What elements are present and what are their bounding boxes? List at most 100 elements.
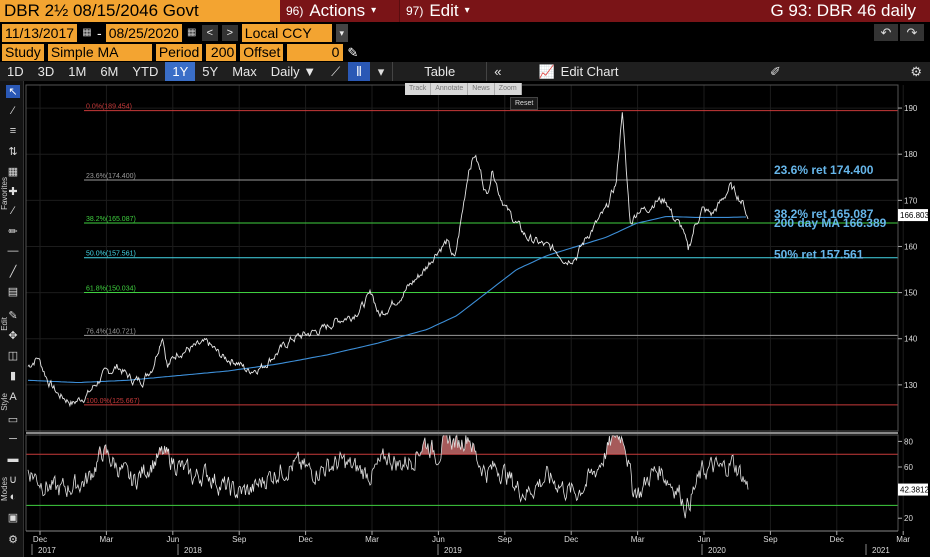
line-style-icon[interactable]: ─ [6, 433, 20, 445]
x-month-label: Sep [498, 535, 513, 544]
chart-type-chevron-icon[interactable]: ▾ [370, 62, 393, 81]
x-month-label: Dec [830, 535, 844, 544]
chevron-down-icon[interactable]: ▾ [335, 23, 348, 42]
edit-label: Edit [0, 317, 9, 331]
line-draw-icon[interactable]: ∕ [6, 105, 20, 117]
x-month-label: Dec [564, 535, 578, 544]
chevron-down-icon: ▾ [464, 5, 470, 16]
prev-period-button[interactable]: < [201, 24, 218, 41]
eraser-icon[interactable]: ◫ [6, 349, 20, 362]
price-tick-label: 190 [904, 104, 918, 113]
fibonacci-icon[interactable]: ≡ [6, 125, 20, 137]
x-month-label: Dec [33, 535, 47, 544]
range-1y-button[interactable]: 1Y [165, 62, 196, 81]
title-bar: DBR 2½ 08/15/2046 Govt 96) Actions ▾ 97)… [0, 0, 930, 22]
undo-button[interactable]: ↶ [874, 24, 898, 41]
fill-icon[interactable]: ▭ [6, 413, 20, 426]
chart-overlay-tools: Track Annotate News Zoom [405, 83, 522, 95]
move-icon[interactable]: ✥ [6, 329, 20, 342]
price-tick-label: 140 [904, 335, 918, 344]
date-separator: - [97, 24, 102, 41]
last-price-label: 166.803 [900, 211, 929, 220]
start-date-field[interactable]: 11/13/2017 [2, 23, 78, 42]
price-tick-label: 150 [904, 289, 918, 298]
news-tool-button[interactable]: News [468, 83, 495, 95]
fib-extension-icon[interactable]: ⇅ [6, 145, 20, 158]
chevron-down-icon: ▾ [371, 5, 377, 16]
fib-level-label: 23.6%(174.400) [86, 173, 136, 180]
edit-chart-button[interactable]: 📈 Edit Chart [508, 62, 648, 81]
parallel-icon[interactable]: ▤ [6, 285, 20, 298]
edit-menu-button[interactable]: 97) Edit ▾ [400, 0, 500, 22]
gear-icon[interactable]: ⚙ [902, 62, 930, 81]
ray-icon[interactable]: ╱ [6, 265, 20, 278]
modes-label: Modes [0, 477, 9, 502]
undo-redo-group: ↶ ↷ [874, 24, 930, 41]
pencil-icon[interactable]: ✎ [347, 45, 358, 61]
hline-icon[interactable]: — [6, 245, 20, 257]
bar-chart-icon[interactable]: ⫴ [348, 62, 370, 81]
price-tick-label: 180 [904, 150, 918, 159]
x-year-label: 2021 [872, 546, 890, 555]
price-tick-label: 160 [904, 242, 918, 251]
next-period-button[interactable]: > [221, 24, 238, 41]
range-1d-button[interactable]: 1D [0, 62, 31, 81]
fib-level-label: 50.0%(157.561) [86, 251, 136, 258]
fib-level-label: 76.4%(140.721) [86, 328, 136, 335]
security-ticker-field[interactable]: DBR 2½ 08/15/2046 Govt [0, 0, 280, 22]
annotate-edit-icon[interactable]: ✐ [762, 62, 789, 81]
window-title: G 93: DBR 46 daily [770, 1, 916, 20]
x-month-label: Jun [166, 535, 179, 544]
price-tick-label: 170 [904, 196, 918, 205]
chart-area[interactable]: 0.0%(189.454) 23.6%(174.400) 38.2%(165.087… [24, 81, 930, 557]
currency-select[interactable]: Local CCY [241, 23, 332, 42]
period-input[interactable]: 200 [206, 44, 237, 61]
period-label: Period [155, 44, 203, 61]
redo-button[interactable]: ↷ [900, 24, 924, 41]
pointer-icon[interactable]: ↖ [6, 85, 20, 98]
reset-zoom-button[interactable]: Reset [510, 97, 539, 110]
table-button[interactable]: Table [392, 62, 488, 81]
retracement-annotation: 50% ret 157.561 [774, 248, 864, 262]
calendar-icon[interactable]: ▦ [186, 27, 198, 38]
retracement-annotation: 200 day MA 166.389 [774, 216, 887, 230]
annotate-tool-button[interactable]: Annotate [431, 83, 469, 95]
brush-icon[interactable]: ✏ [6, 225, 20, 238]
price-tick-label: 130 [904, 381, 918, 390]
actions-menu-number: 96) [286, 4, 304, 18]
price-chart-svg[interactable]: 0.0%(189.454) 23.6%(174.400) 38.2%(165.087… [24, 81, 930, 557]
range-3d-button[interactable]: 3D [31, 62, 62, 81]
actions-menu-button[interactable]: 96) Actions ▾ [280, 0, 400, 22]
rsi-tick-label: 20 [904, 514, 913, 523]
gear-icon[interactable]: ⚙ [6, 533, 20, 546]
rsi-tick-label: 80 [904, 437, 913, 446]
line-chart-icon[interactable]: ⟋ [323, 62, 348, 81]
chart-background [24, 81, 930, 557]
zoom-tool-button[interactable]: Zoom [494, 83, 522, 95]
range-1m-button[interactable]: 1M [61, 62, 93, 81]
range-6m-button[interactable]: 6M [93, 62, 125, 81]
edit-chart-label: Edit Chart [560, 64, 619, 79]
actions-menu-label: Actions [309, 1, 366, 20]
color-icon[interactable]: ▬ [6, 453, 20, 465]
x-month-label: Mar [100, 535, 114, 544]
calendar-icon[interactable]: ▦ [81, 27, 93, 38]
left-tool-panel: ↖ ∕ ≡ ⇅ ▦ ✚ ∕ ✏ — ╱ ▤ ✎ ✥ ◫ ▮ A ▭ ─ ▬ ∪ … [0, 81, 24, 557]
offset-input[interactable]: 0 [287, 44, 344, 61]
date-range-row: 11/13/2017 ▦ - 08/25/2020 ▦ < > Local CC… [0, 22, 930, 43]
range-ytd-button[interactable]: YTD [125, 62, 165, 81]
study-select[interactable]: Simple MA [47, 44, 152, 61]
frequency-select[interactable]: Daily ▼ [264, 62, 323, 81]
trash-icon[interactable]: ▮ [6, 369, 20, 382]
end-date-field[interactable]: 08/25/2020 [105, 23, 182, 42]
offset-label: Offset [240, 44, 284, 61]
edit-menu-label: Edit [429, 1, 459, 20]
fib-level-label: 0.0%(189.454) [86, 104, 132, 111]
mode-icon[interactable]: ▣ [6, 511, 20, 524]
range-5y-button[interactable]: 5Y [195, 62, 225, 81]
track-tool-button[interactable]: Track [405, 83, 432, 95]
edit-menu-number: 97) [406, 4, 424, 18]
collapse-panel-button[interactable]: « [487, 62, 508, 81]
x-year-label: 2018 [184, 546, 202, 555]
range-max-button[interactable]: Max [225, 62, 264, 81]
